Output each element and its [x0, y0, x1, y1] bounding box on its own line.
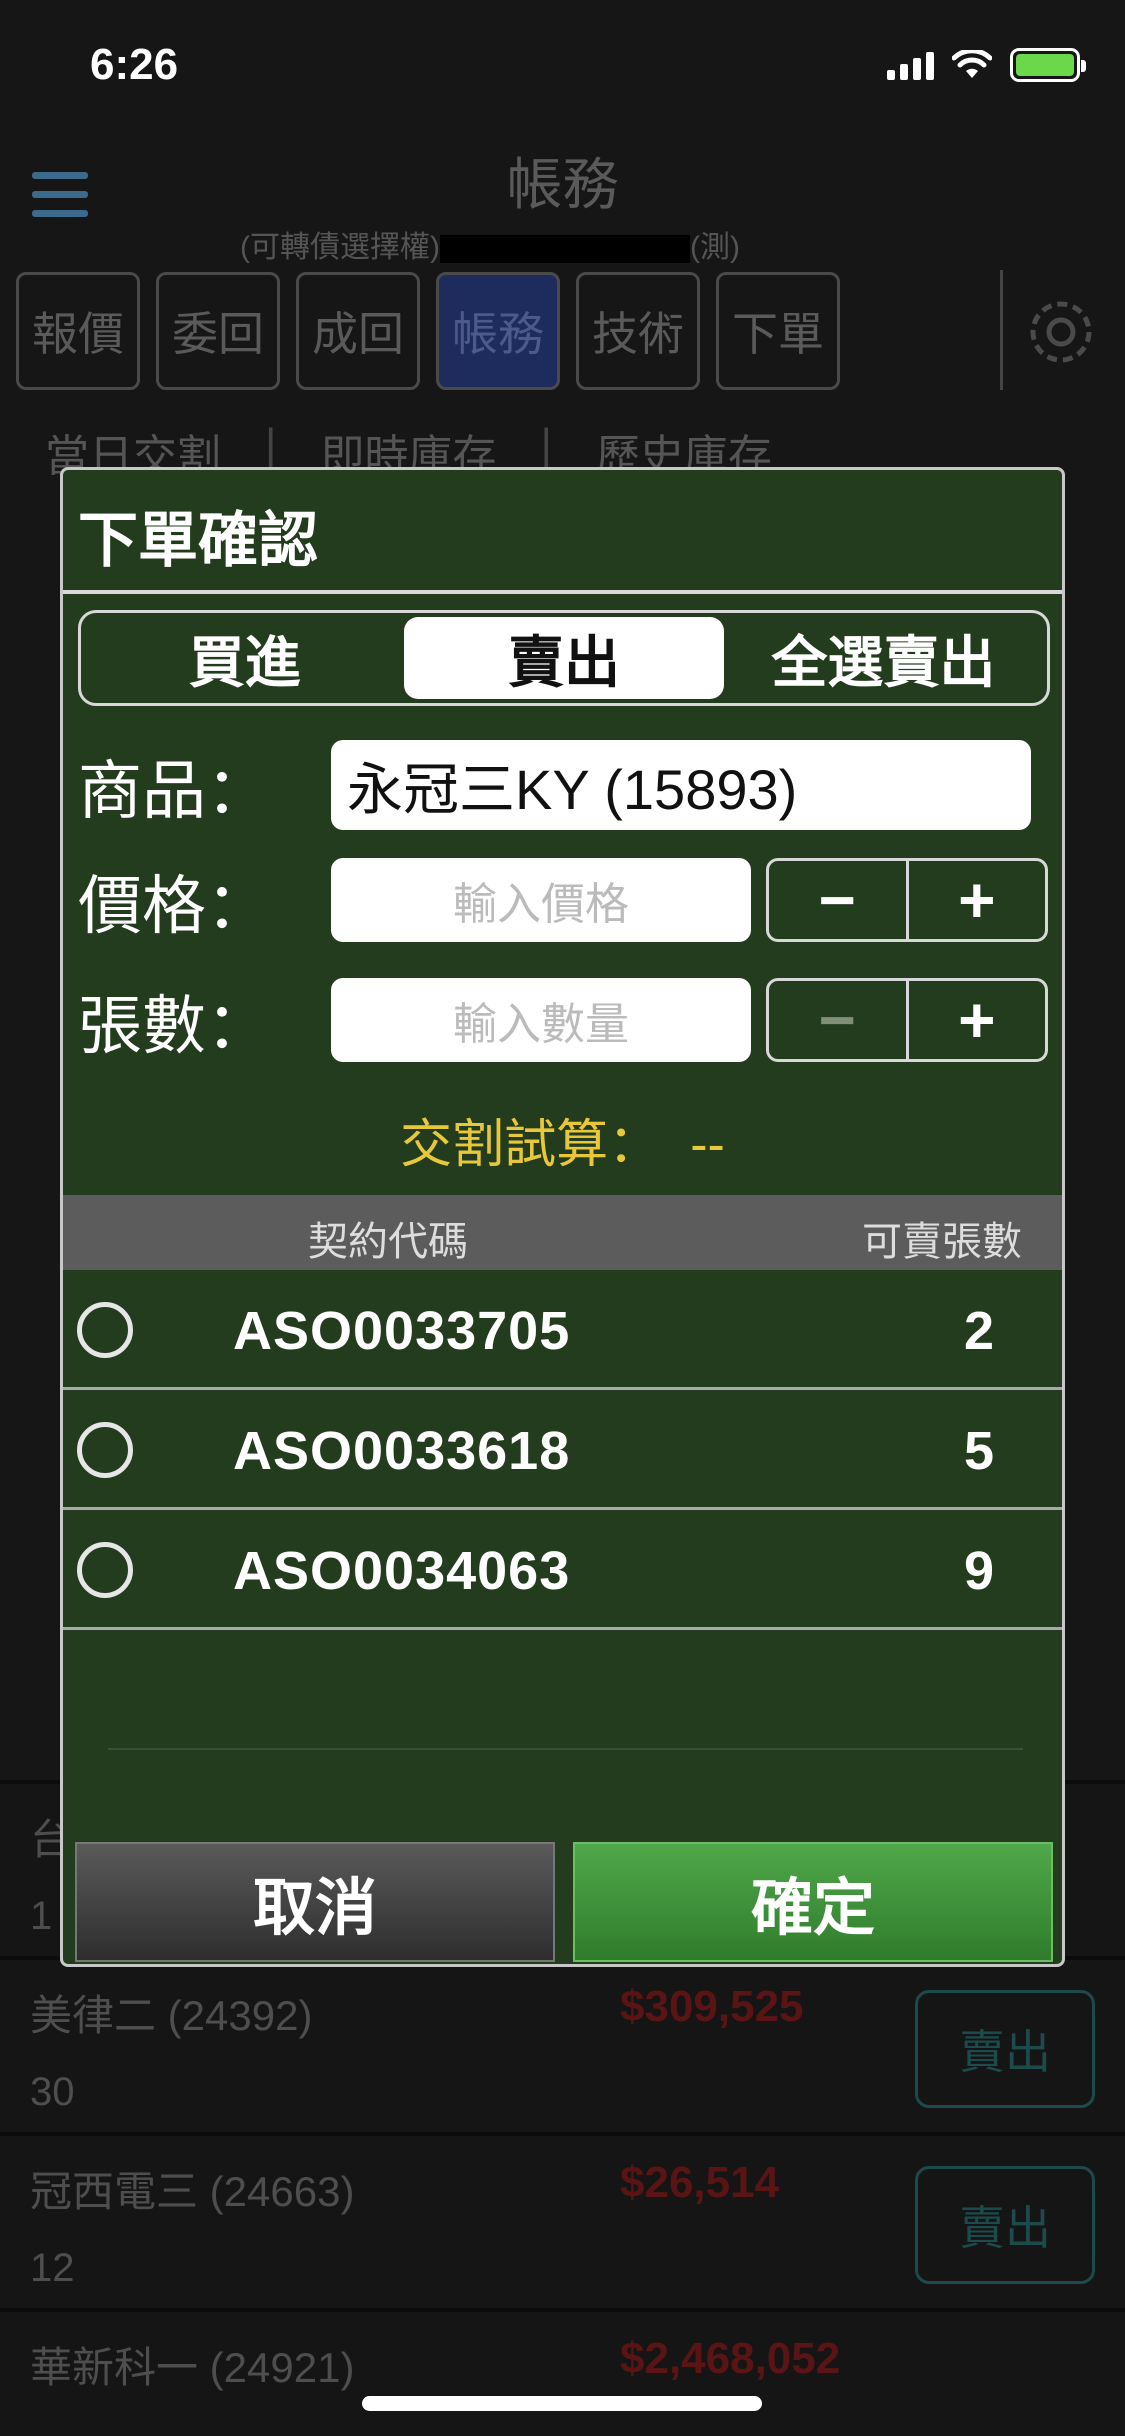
home-indicator[interactable]	[362, 2396, 762, 2411]
sell-button[interactable]: 賣出	[915, 1990, 1095, 2108]
segment-sell-all[interactable]: 全選賣出	[724, 617, 1043, 699]
segment-buy[interactable]: 買進	[85, 617, 404, 699]
top-tab-bar: 報價 委回 成回 帳務 技術 下單	[16, 272, 840, 390]
cellular-signal-icon	[887, 50, 934, 80]
tab-quote[interactable]: 報價	[16, 272, 140, 390]
price-label: 價格：	[78, 870, 270, 942]
column-header-code: 契約代碼	[308, 1220, 468, 1264]
table-row[interactable]: ASO0034063 9	[63, 1510, 1062, 1630]
status-icons	[887, 48, 1086, 82]
gear-icon[interactable]	[1000, 270, 1120, 390]
settlement-estimate-value: --	[690, 1116, 725, 1174]
table-row[interactable]: ASO0033618 5	[63, 1390, 1062, 1510]
price-input[interactable]: 輸入價格	[331, 858, 751, 942]
quantity-input[interactable]: 輸入數量	[331, 978, 751, 1062]
wifi-icon	[952, 50, 992, 78]
dialog-title: 下單確認	[78, 507, 318, 574]
side-segmented-control: 買進 賣出 全選賣出	[78, 610, 1050, 706]
sell-button[interactable]: 賣出	[915, 2166, 1095, 2284]
list-item: 冠西電三 (24663) 12 $26,514 賣出	[0, 2132, 1125, 2308]
settlement-estimate: 交割試算： --	[63, 1102, 1062, 1177]
product-label: 商品：	[78, 755, 270, 827]
tab-trade-report[interactable]: 成回	[296, 272, 420, 390]
page-title: 帳務	[506, 153, 619, 216]
confirm-button[interactable]: 確定	[573, 1842, 1053, 1962]
radio-button[interactable]	[77, 1542, 133, 1598]
tab-account[interactable]: 帳務	[436, 272, 560, 390]
quantity-minus-button[interactable]: −	[769, 981, 906, 1059]
divider	[63, 590, 1062, 594]
quantity-plus-button[interactable]: +	[905, 981, 1046, 1059]
price-plus-button[interactable]: +	[905, 861, 1046, 939]
status-time: 6:26	[90, 40, 179, 89]
quantity-stepper: − +	[766, 978, 1048, 1062]
cancel-button[interactable]: 取消	[75, 1842, 555, 1962]
list-item: 華新科一 (24921) $2,468,052	[0, 2308, 1125, 2436]
tab-order-report[interactable]: 委回	[156, 272, 280, 390]
tab-technical[interactable]: 技術	[576, 272, 700, 390]
order-confirm-dialog: 下單確認 買進 賣出 全選賣出 商品： 永冠三KY (15893) 價格： 輸入…	[60, 467, 1065, 1967]
price-stepper: − +	[766, 858, 1048, 942]
status-bar: 6:26	[0, 0, 1125, 135]
product-field: 永冠三KY (15893)	[331, 740, 1031, 830]
list-item: 美律二 (24392) 30 $309,525 賣出	[0, 1956, 1125, 2132]
redacted-account	[439, 235, 690, 264]
segment-sell[interactable]: 賣出	[404, 617, 724, 699]
divider	[108, 1748, 1023, 1750]
tab-place-order[interactable]: 下單	[716, 272, 840, 390]
settlement-estimate-label: 交割試算：	[400, 1116, 661, 1174]
contract-table-header: 契約代碼 可賣張數	[63, 1195, 1062, 1270]
quantity-label: 張數：	[78, 990, 270, 1062]
radio-button[interactable]	[77, 1422, 133, 1478]
price-minus-button[interactable]: −	[769, 861, 906, 939]
contract-list: ASO0033705 2 ASO0033618 5 ASO0034063 9	[63, 1270, 1062, 1630]
radio-button[interactable]	[77, 1302, 133, 1358]
table-row[interactable]: ASO0033705 2	[63, 1270, 1062, 1390]
page-subtitle: (可轉債選擇權) (測)	[240, 231, 740, 264]
battery-icon	[1010, 48, 1086, 82]
column-header-sellable: 可賣張數	[862, 1220, 1022, 1264]
